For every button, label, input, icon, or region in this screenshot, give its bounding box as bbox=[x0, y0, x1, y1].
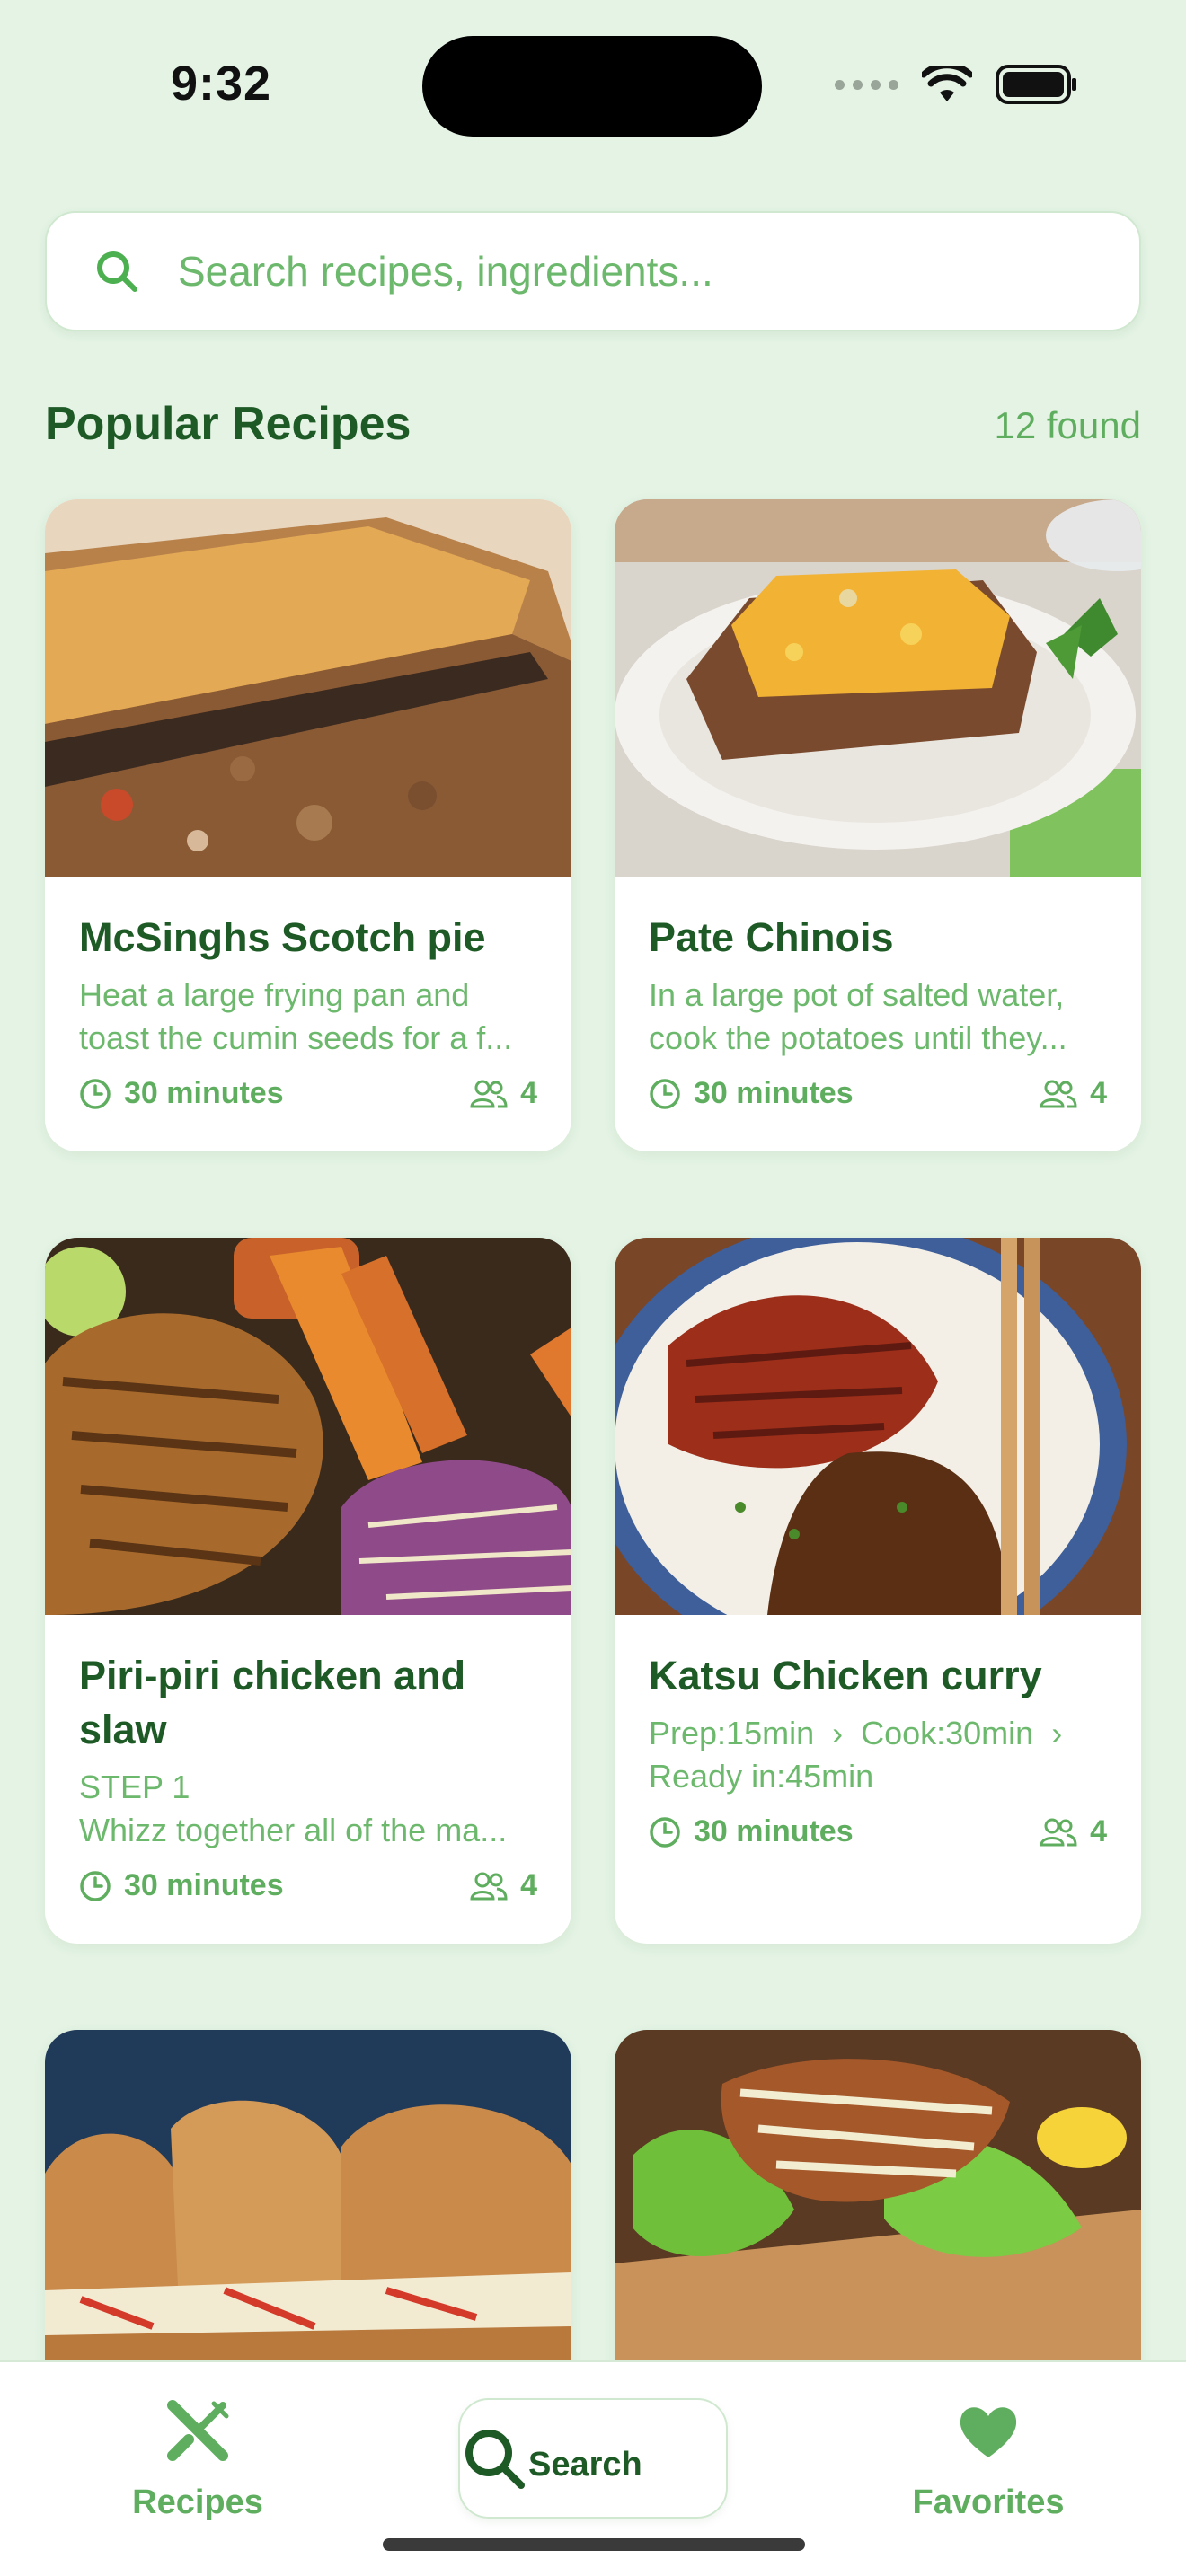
recipe-description-line: Ready in:45min bbox=[649, 1758, 874, 1795]
search-bar[interactable] bbox=[45, 211, 1141, 331]
clock-icon bbox=[650, 1816, 680, 1848]
people-icon bbox=[470, 1872, 508, 1900]
recipe-description-line: In a large pot of salted water, bbox=[649, 976, 1065, 1013]
recipe-image-katsu-curry bbox=[615, 1238, 1141, 1615]
search-icon bbox=[97, 251, 137, 292]
fork-knife-icon bbox=[167, 2400, 229, 2461]
results-count: 12 found bbox=[994, 404, 1142, 446]
wifi-icon bbox=[922, 66, 972, 101]
recipe-meta: 30 minutes 4 bbox=[649, 1076, 1107, 1111]
recipe-description-line: Heat a large frying pan and bbox=[79, 976, 470, 1013]
search-input[interactable] bbox=[178, 247, 1076, 296]
recipe-card[interactable]: McSinghs Scotch pie Heat a large frying … bbox=[45, 499, 571, 1151]
recipe-meta: 30 minutes 4 bbox=[79, 1868, 537, 1903]
people-icon bbox=[470, 1080, 508, 1107]
clock-icon bbox=[650, 1078, 680, 1109]
recipe-description: STEP 1 Whizz together all of the ma... bbox=[79, 1766, 537, 1852]
recipe-image-scotch-pie bbox=[45, 499, 571, 877]
recipe-title-line: Piri-piri chicken and bbox=[79, 1653, 466, 1698]
recipe-description-line: cook the potatoes until they... bbox=[649, 1019, 1067, 1056]
recipe-title: Piri-piri chicken and slaw bbox=[79, 1649, 537, 1757]
recipe-description: Prep:15min › Cook:30min › Ready in:45min bbox=[649, 1712, 1107, 1798]
tab-label: Search bbox=[528, 2445, 642, 2483]
recipe-description-line: Prep:15min › Cook:30min › bbox=[649, 1715, 1063, 1751]
recipe-servings: 4 bbox=[1090, 1814, 1107, 1848]
home-indicator bbox=[383, 2538, 805, 2551]
battery-icon bbox=[996, 65, 1076, 104]
people-icon bbox=[1040, 1080, 1077, 1107]
tab-favorites[interactable]: Favorites bbox=[854, 2398, 1123, 2522]
status-icons bbox=[835, 65, 1078, 104]
recipe-time: 30 minutes bbox=[124, 1076, 284, 1110]
recipe-description-line: toast the cumin seeds for a f... bbox=[79, 1019, 513, 1056]
recipe-description-line: STEP 1 bbox=[79, 1769, 190, 1805]
cellular-signal-icon bbox=[835, 79, 898, 90]
recipe-servings: 4 bbox=[520, 1076, 537, 1110]
search-icon bbox=[465, 2430, 525, 2489]
recipe-title: McSinghs Scotch pie bbox=[79, 914, 486, 960]
people-icon bbox=[1040, 1818, 1077, 1846]
tab-search[interactable]: Search bbox=[458, 2398, 728, 2519]
recipe-meta: 30 minutes 4 bbox=[649, 1814, 1107, 1849]
recipe-title: Katsu Chicken curry bbox=[649, 1653, 1042, 1698]
recipe-description-line: Whizz together all of the ma... bbox=[79, 1812, 508, 1848]
clock-icon bbox=[80, 1870, 111, 1901]
recipe-card[interactable]: Katsu Chicken curry Prep:15min › Cook:30… bbox=[615, 1238, 1141, 1944]
status-bar: 9:32 bbox=[0, 0, 1186, 171]
heart-icon bbox=[960, 2407, 1017, 2457]
recipe-time: 30 minutes bbox=[694, 1076, 854, 1110]
recipe-servings: 4 bbox=[1090, 1076, 1107, 1110]
clock-icon bbox=[80, 1078, 111, 1109]
tab-label: Favorites bbox=[912, 2483, 1065, 2521]
recipe-title: Pate Chinois bbox=[649, 914, 894, 960]
section-title: Popular Recipes bbox=[45, 398, 412, 450]
recipe-description: In a large pot of salted water, cook the… bbox=[649, 974, 1107, 1060]
tab-recipes[interactable]: Recipes bbox=[63, 2398, 332, 2522]
recipe-image-pate-chinois bbox=[615, 499, 1141, 877]
recipe-card[interactable]: Piri-piri chicken and slaw STEP 1 Whizz … bbox=[45, 1238, 571, 1944]
status-time: 9:32 bbox=[171, 57, 272, 110]
recipe-image-piri-piri-chicken bbox=[45, 1238, 571, 1615]
dynamic-island bbox=[422, 36, 762, 137]
recipe-servings: 4 bbox=[520, 1868, 537, 1902]
tab-label: Recipes bbox=[132, 2483, 263, 2521]
recipe-description: Heat a large frying pan and toast the cu… bbox=[79, 974, 537, 1060]
recipe-time: 30 minutes bbox=[694, 1814, 854, 1848]
recipe-meta: 30 minutes 4 bbox=[79, 1076, 537, 1111]
recipe-card[interactable]: Pate Chinois In a large pot of salted wa… bbox=[615, 499, 1141, 1151]
recipe-title-line: slaw bbox=[79, 1707, 167, 1752]
recipe-time: 30 minutes bbox=[124, 1868, 284, 1902]
